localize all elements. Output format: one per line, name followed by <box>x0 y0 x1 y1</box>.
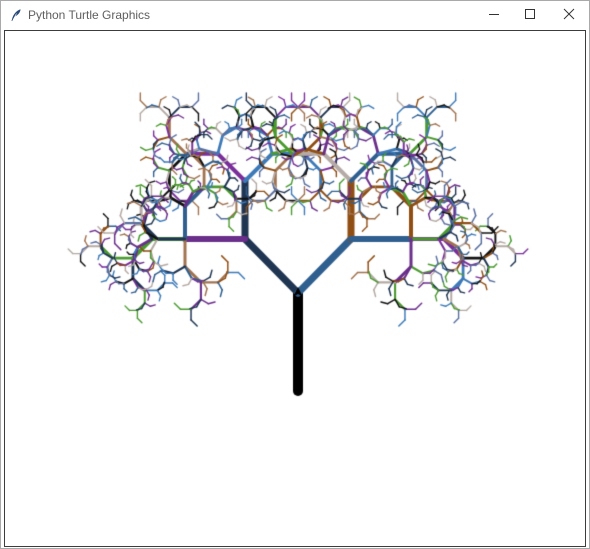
close-icon <box>563 7 575 25</box>
turtle-window: Python Turtle Graphics <box>0 0 590 549</box>
turtle-canvas-area[interactable] <box>4 30 586 547</box>
maximize-icon <box>524 7 536 25</box>
window-title: Python Turtle Graphics <box>28 8 151 22</box>
background-taskbar-fragment <box>48 545 108 549</box>
minimize-button[interactable] <box>477 1 511 30</box>
maximize-button[interactable] <box>513 1 547 30</box>
title-bar[interactable]: Python Turtle Graphics <box>1 1 589 30</box>
close-button[interactable] <box>552 1 586 30</box>
feather-icon <box>9 8 23 22</box>
minimize-icon <box>488 7 500 25</box>
fractal-tree-drawing <box>5 31 585 546</box>
